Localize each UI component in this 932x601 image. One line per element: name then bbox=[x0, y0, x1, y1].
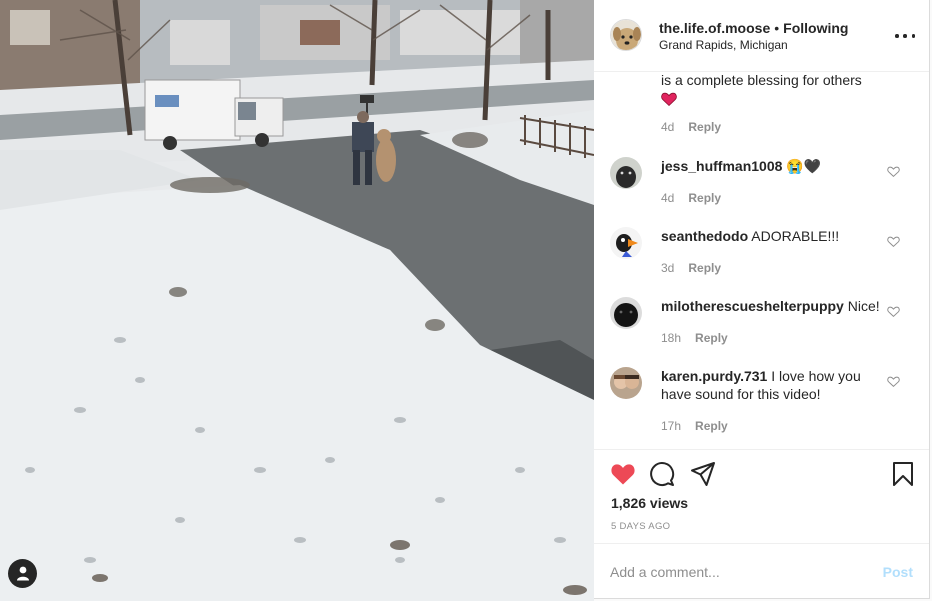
post-comment-button[interactable]: Post bbox=[883, 564, 913, 580]
comment-username[interactable]: milotherescueshelterpuppy bbox=[661, 298, 844, 314]
comment-text: is a complete blessing for others bbox=[661, 72, 881, 107]
comment-text: seanthedodo ADORABLE!!! bbox=[661, 227, 881, 245]
comment-body: Nice! bbox=[847, 298, 880, 314]
post-actions: 1,826 views 5 DAYS AGO bbox=[594, 449, 929, 543]
reply-button[interactable]: Reply bbox=[695, 331, 728, 345]
like-comment-heart-icon[interactable] bbox=[887, 165, 900, 178]
user-tag-icon bbox=[16, 566, 29, 581]
comment-input[interactable] bbox=[610, 558, 850, 586]
comment-meta: 4d Reply bbox=[661, 191, 721, 205]
reply-button[interactable]: Reply bbox=[688, 191, 721, 205]
comment-username[interactable]: jess_huffman1008 bbox=[661, 158, 782, 174]
commenter-avatar[interactable] bbox=[610, 227, 642, 259]
user-tag-button[interactable] bbox=[8, 559, 37, 588]
reply-button[interactable]: Reply bbox=[688, 261, 721, 275]
dog-avatar[interactable] bbox=[610, 19, 642, 51]
comment-meta: 4d Reply bbox=[661, 120, 721, 134]
comment-meta: 3d Reply bbox=[661, 261, 721, 275]
post-timestamp[interactable]: 5 DAYS AGO bbox=[611, 521, 670, 532]
red-heart-icon bbox=[661, 93, 677, 107]
comments-list[interactable]: is a complete blessing for others 4d Repl… bbox=[594, 72, 929, 448]
reply-button[interactable]: Reply bbox=[688, 120, 721, 134]
separator-dot: • bbox=[774, 20, 780, 36]
comment-username[interactable]: karen.purdy.731 bbox=[661, 368, 767, 384]
comment-bubble-icon[interactable] bbox=[649, 461, 675, 487]
post-username[interactable]: the.life.of.moose bbox=[659, 20, 770, 36]
comment-age: 18h bbox=[661, 331, 682, 345]
comment-body: ADORABLE!!! bbox=[751, 228, 840, 244]
reply-button[interactable]: Reply bbox=[695, 419, 728, 433]
post-side-panel: the.life.of.moose • Following Grand Rapids… bbox=[594, 0, 930, 599]
commenter-avatar[interactable] bbox=[610, 297, 642, 329]
comment-username[interactable]: seanthedodo bbox=[661, 228, 748, 244]
view-count[interactable]: 1,826 views bbox=[611, 495, 688, 511]
comment-age: 3d bbox=[661, 261, 675, 275]
post-video[interactable] bbox=[0, 0, 594, 601]
like-heart-icon[interactable] bbox=[610, 461, 636, 487]
following-button[interactable]: Following bbox=[783, 20, 848, 36]
comment-composer: Post bbox=[594, 543, 929, 599]
like-comment-heart-icon[interactable] bbox=[887, 375, 900, 388]
comment-meta: 17h Reply bbox=[661, 419, 728, 433]
share-paper-plane-icon[interactable] bbox=[690, 461, 716, 487]
comment-text: karen.purdy.731 I love how you have soun… bbox=[661, 367, 881, 403]
bookmark-icon[interactable] bbox=[890, 461, 916, 487]
like-comment-heart-icon[interactable] bbox=[887, 305, 900, 318]
post-header: the.life.of.moose • Following Grand Rapids… bbox=[594, 0, 929, 72]
comment-age: 4d bbox=[661, 191, 675, 205]
comment-body: 😭🖤 bbox=[786, 158, 822, 174]
comment-age: 17h bbox=[661, 419, 682, 433]
comment-meta: 18h Reply bbox=[661, 331, 728, 345]
comment-text: milotherescueshelterpuppy Nice! bbox=[661, 297, 886, 315]
more-options-icon[interactable] bbox=[895, 28, 915, 44]
comment-age: 4d bbox=[661, 120, 675, 134]
video-frame bbox=[0, 0, 594, 601]
commenter-avatar[interactable] bbox=[610, 157, 642, 189]
post-location[interactable]: Grand Rapids, Michigan bbox=[659, 38, 788, 52]
like-comment-heart-icon[interactable] bbox=[887, 235, 900, 248]
commenter-avatar[interactable] bbox=[610, 367, 642, 399]
comment-text: jess_huffman1008 😭🖤 bbox=[661, 157, 881, 175]
